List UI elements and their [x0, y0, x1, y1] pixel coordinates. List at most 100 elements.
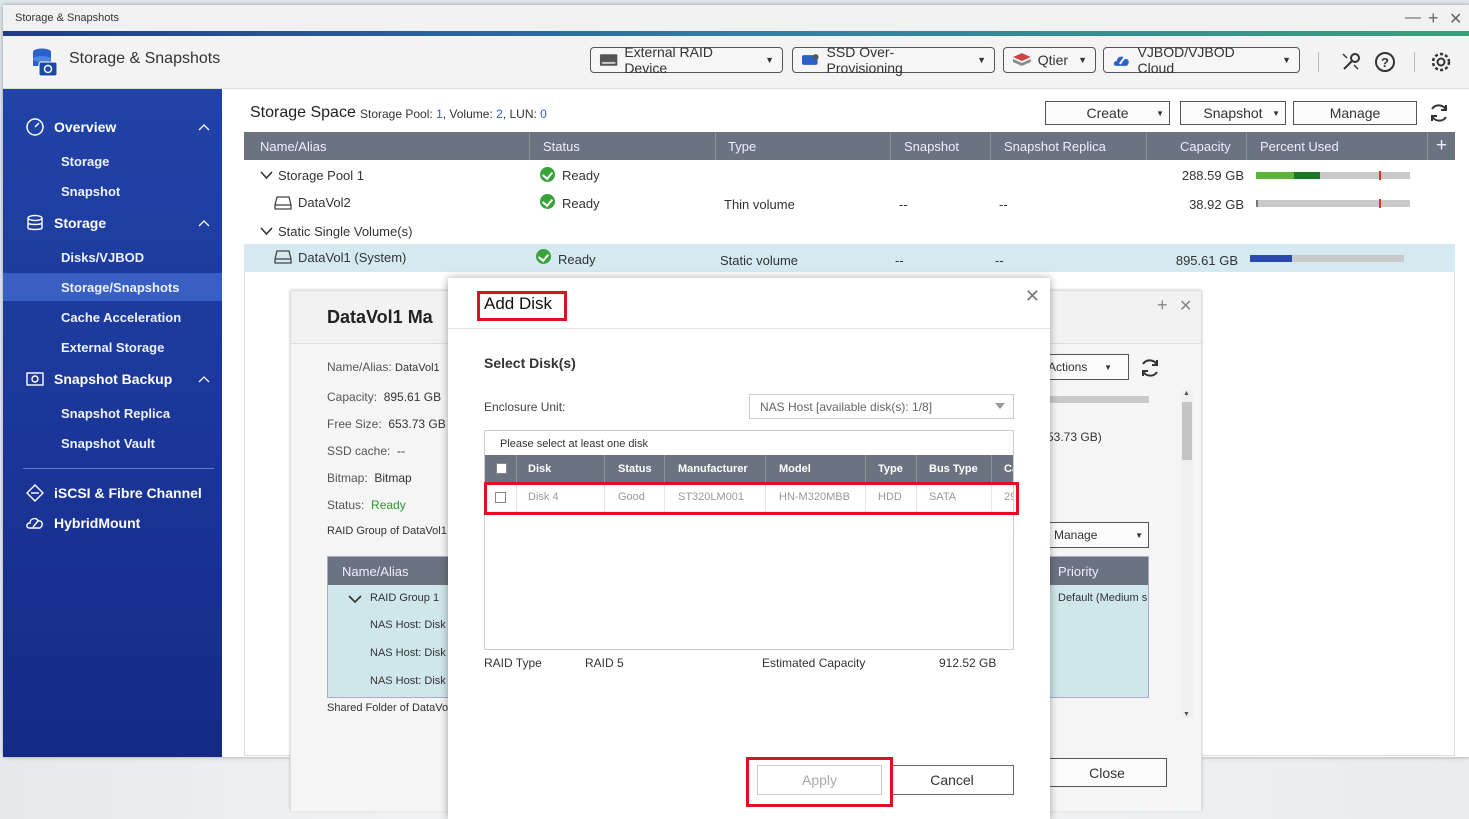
ready-check-icon	[536, 249, 551, 264]
svg-text:?: ?	[1381, 55, 1389, 70]
scrollbar[interactable]: ▲ ▼	[1181, 390, 1193, 718]
chevron-down-icon[interactable]	[348, 595, 362, 604]
table-row-datavol1[interactable]: DataVol1 (System) Ready Static volume --…	[244, 244, 1455, 272]
free-size-value: 653.73 GB	[388, 417, 446, 431]
raid-group-heading: RAID Group of DataVol1	[327, 525, 447, 537]
scroll-up-icon[interactable]: ▲	[1183, 390, 1190, 397]
external-raid-button[interactable]: External RAID Device ▼	[590, 44, 783, 76]
column-header-status: Status	[543, 139, 580, 154]
column-header-name: Name/Alias	[260, 139, 327, 154]
pool-count: 1	[436, 107, 443, 121]
snapshot-button[interactable]: Snapshot ▼	[1180, 101, 1286, 125]
manage-button[interactable]: Manage	[1293, 101, 1417, 125]
sidebar-section-iscsi[interactable]: iSCSI & Fibre Channel	[3, 479, 222, 507]
sidebar-section-overview[interactable]: Overview	[3, 113, 222, 141]
chevron-down-icon: ▼	[1135, 530, 1143, 540]
priority-value: Default (Medium s	[1058, 592, 1148, 604]
row-capacity: 895.61 GB	[1175, 253, 1238, 268]
close-icon[interactable]: ✕	[1449, 9, 1462, 29]
percent-used-fill	[1250, 255, 1292, 262]
chevron-down-icon[interactable]	[260, 227, 273, 236]
sidebar-item-snapshot-overview[interactable]: Snapshot	[3, 177, 222, 205]
table-row-datavol2[interactable]: DataVol2 Ready Thin volume -- -- 38.92 G…	[244, 189, 1455, 217]
chevron-down-icon[interactable]	[260, 171, 273, 180]
row-replica: --	[999, 197, 1008, 212]
sidebar-section-label: HybridMount	[54, 515, 141, 531]
sidebar-item-snapshot-replica[interactable]: Snapshot Replica	[3, 399, 222, 427]
enclosure-select[interactable]: NAS Host [available disk(s): 1/8]	[749, 394, 1014, 419]
sidebar-section-label: Overview	[54, 119, 117, 135]
close-panel-button[interactable]: Close	[1047, 758, 1167, 787]
sidebar-section-snapshot-backup[interactable]: Snapshot Backup	[3, 365, 222, 393]
column-divider	[1146, 132, 1147, 160]
sidebar-item-storage-overview[interactable]: Storage	[3, 147, 222, 175]
qtier-icon	[1012, 53, 1031, 66]
sidebar-item-external-storage[interactable]: External Storage	[3, 333, 222, 361]
qtier-button[interactable]: Qtier ▼	[1003, 47, 1096, 73]
sidebar-item-disks[interactable]: Disks/VJBOD	[3, 243, 222, 271]
row-replica: --	[995, 253, 1004, 268]
toolbar-divider	[1318, 52, 1319, 72]
add-column-icon[interactable]: +	[1436, 135, 1447, 157]
sidebar-item-cache-acceleration[interactable]: Cache Acceleration	[3, 303, 222, 331]
chevron-down-icon: ▼	[977, 55, 986, 65]
column-divider	[1246, 132, 1247, 160]
chevron-down-icon: ▼	[1272, 108, 1280, 118]
column-header-manufacturer: Manufacturer	[678, 463, 748, 475]
ssd-cache-value: --	[397, 444, 406, 458]
close-icon[interactable]: ✕	[1025, 286, 1040, 307]
ssd-overprovisioning-label: SSD Over-Provisioning	[826, 44, 903, 76]
column-header-priority: Priority	[1058, 564, 1099, 579]
volume-label: , Volume:	[442, 107, 493, 121]
column-divider	[1427, 132, 1428, 160]
vjbod-cloud-icon	[1113, 55, 1129, 66]
chevron-down-icon: ▼	[1156, 108, 1164, 118]
sidebar-section-label: Snapshot Backup	[54, 371, 173, 387]
highlight-apply	[746, 757, 893, 807]
help-icon[interactable]: ?	[1374, 51, 1396, 73]
threshold-marker	[1379, 171, 1381, 180]
sidebar: Overview Storage Snapshot Storage Disks/…	[3, 89, 222, 757]
table-row-static-volumes[interactable]: Static Single Volume(s)	[244, 217, 1455, 245]
create-button[interactable]: Create ▼	[1045, 101, 1170, 125]
pool-label: Storage Pool:	[360, 107, 433, 121]
sidebar-item-snapshot-vault[interactable]: Snapshot Vault	[3, 429, 222, 457]
refresh-icon[interactable]	[1428, 102, 1450, 124]
minimize-icon[interactable]: —	[1405, 9, 1421, 27]
column-divider	[991, 455, 992, 482]
maximize-icon[interactable]: +	[1428, 8, 1439, 29]
column-divider	[865, 455, 866, 482]
vjbod-button[interactable]: VJBOD/VJBOD Cloud ▼	[1103, 44, 1300, 76]
sidebar-item-storage-snapshots[interactable]: Storage/Snapshots	[3, 273, 222, 301]
sidebar-item-label: Disks/VJBOD	[61, 249, 145, 265]
raid-type-value: RAID 5	[585, 656, 624, 670]
manage-raid-dropdown[interactable]: Manage ▼	[1047, 522, 1149, 548]
close-icon[interactable]: ✕	[1179, 296, 1192, 316]
expand-icon[interactable]: +	[1157, 295, 1168, 316]
scrollbar-thumb[interactable]	[1182, 402, 1192, 460]
status-field: Status: Ready	[327, 498, 406, 512]
volume-count: 2	[496, 107, 503, 121]
sidebar-section-storage[interactable]: Storage	[3, 209, 222, 237]
column-divider	[890, 132, 891, 160]
snapshot-backup-icon	[26, 372, 44, 386]
snapshot-label: Snapshot	[1203, 105, 1263, 121]
cancel-button[interactable]: Cancel	[890, 765, 1014, 795]
diagnostics-icon[interactable]	[1340, 51, 1362, 73]
sidebar-section-hybridmount[interactable]: HybridMount	[3, 509, 222, 537]
sidebar-item-label: Snapshot Vault	[61, 435, 155, 451]
actions-dropdown[interactable]: Actions ▼	[1047, 354, 1129, 380]
gear-icon[interactable]	[1430, 51, 1452, 73]
threshold-marker	[1379, 199, 1381, 208]
table-row-storage-pool[interactable]: Storage Pool 1 Ready 288.59 GB	[244, 161, 1455, 189]
column-divider	[715, 132, 716, 160]
column-header-name: Name/Alias	[342, 564, 409, 579]
column-header-model: Model	[779, 463, 811, 475]
scroll-down-icon[interactable]: ▼	[1183, 711, 1190, 718]
refresh-icon[interactable]	[1139, 357, 1161, 379]
hybridmount-icon	[26, 517, 43, 529]
iscsi-icon	[26, 484, 44, 502]
disk-select-note: Please select at least one disk	[500, 438, 648, 450]
ssd-overprovisioning-button[interactable]: SSD Over-Provisioning ▼	[792, 44, 995, 76]
select-all-checkbox[interactable]	[496, 463, 507, 474]
